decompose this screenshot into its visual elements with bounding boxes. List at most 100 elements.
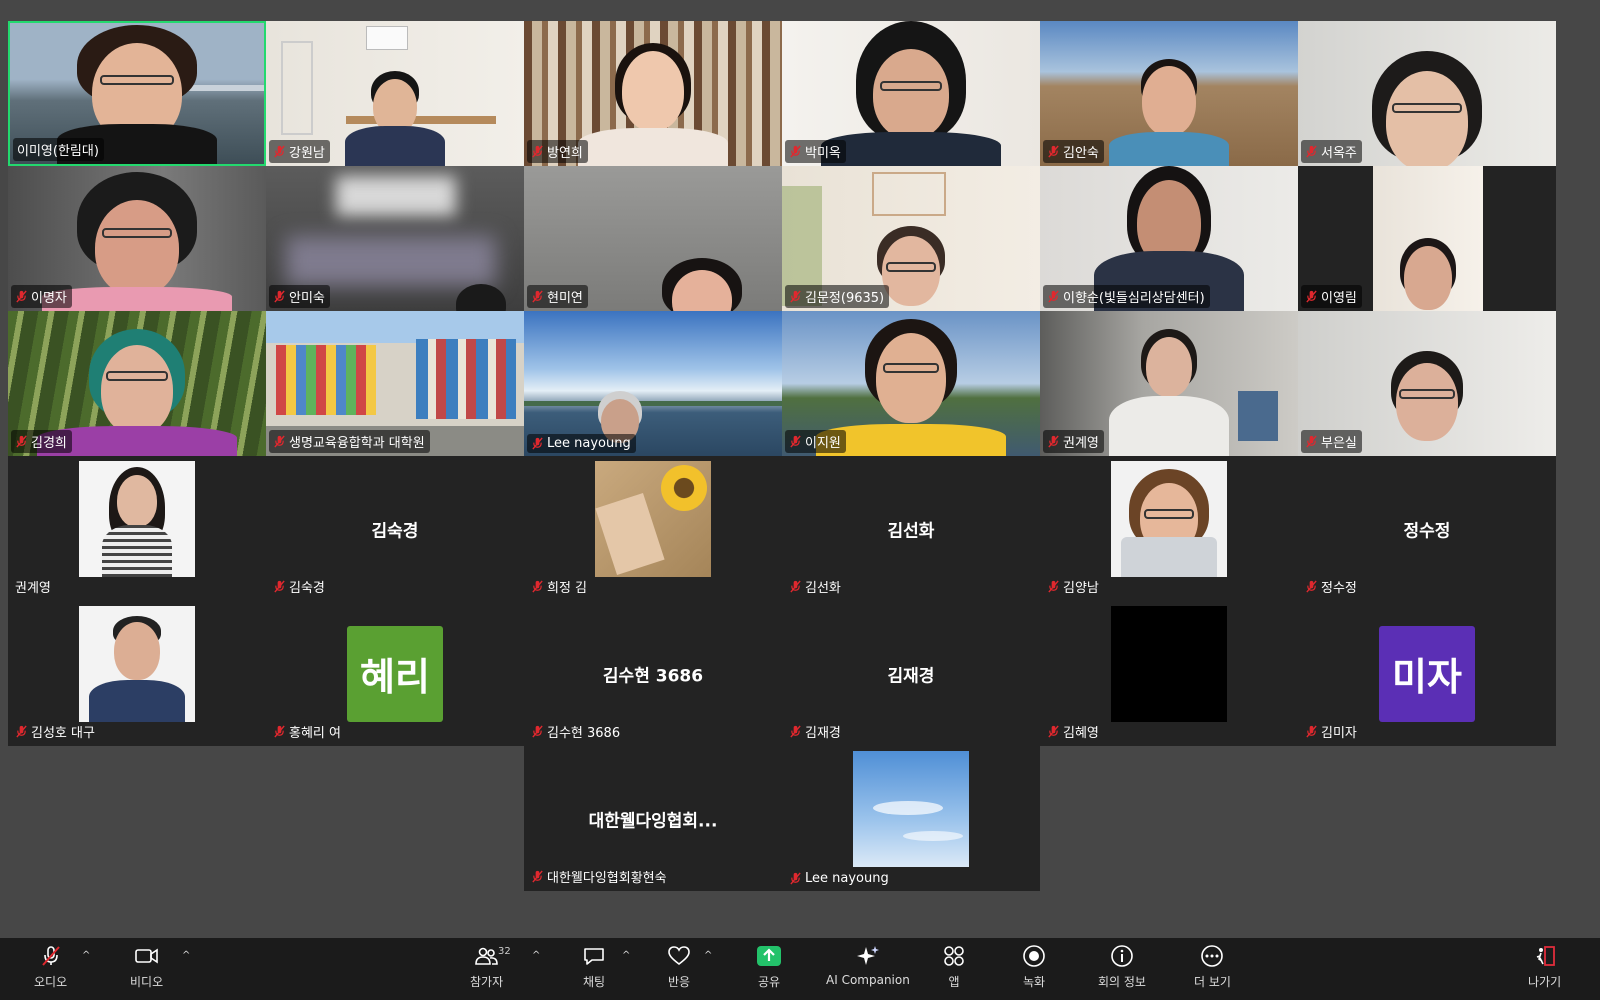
meeting-info-button[interactable]: 회의 정보 bbox=[1098, 942, 1146, 990]
participant-display-name: 김재경 bbox=[887, 666, 935, 686]
participant-tile[interactable]: 김수현 3686 김수현 3686 bbox=[524, 601, 782, 746]
participant-display-name: 김선화 bbox=[887, 521, 935, 541]
participant-name: 이지원 bbox=[785, 430, 846, 453]
muted-mic-icon bbox=[1048, 145, 1059, 158]
leave-button[interactable]: 나가기 bbox=[1528, 942, 1561, 990]
participant-display-name: 김숙경 bbox=[371, 521, 419, 541]
participant-tile[interactable]: 김재경 김재경 bbox=[782, 601, 1040, 746]
participant-tile[interactable]: 혜리 홍혜리 여 bbox=[266, 601, 524, 746]
chat-bubble-icon bbox=[580, 942, 608, 970]
reactions-options-caret[interactable]: ^ bbox=[704, 950, 712, 961]
video-tile[interactable]: 서옥주 bbox=[1298, 21, 1556, 166]
video-tile[interactable]: Lee nayoung bbox=[524, 311, 782, 456]
video-tile[interactable]: 박미옥 bbox=[782, 21, 1040, 166]
video-tile[interactable]: 현미연 bbox=[524, 166, 782, 311]
video-tile[interactable]: 이지원 bbox=[782, 311, 1040, 456]
initials-avatar: 미자 bbox=[1379, 625, 1475, 722]
participants-options-caret[interactable]: ^ bbox=[532, 950, 540, 961]
apps-icon bbox=[940, 942, 968, 970]
participant-tile[interactable]: 김양남 bbox=[1040, 456, 1298, 601]
muted-mic-icon bbox=[1306, 290, 1317, 303]
muted-mic-icon bbox=[37, 942, 65, 970]
record-button[interactable]: 녹화 bbox=[1020, 942, 1048, 990]
video-tile[interactable]: 생명교육융합학과 대학원 bbox=[266, 311, 524, 456]
participant-name: 김선화 bbox=[785, 575, 846, 598]
profile-photo bbox=[79, 606, 195, 722]
participant-tile[interactable]: 김성호 대구 bbox=[8, 601, 266, 746]
record-icon bbox=[1020, 942, 1048, 970]
video-button[interactable]: 비디오 bbox=[130, 942, 163, 990]
heart-icon bbox=[665, 942, 693, 970]
muted-mic-icon bbox=[790, 290, 801, 303]
share-screen-button[interactable]: 공유 bbox=[755, 942, 783, 990]
participant-name: 이영림 bbox=[1301, 285, 1362, 308]
video-tile[interactable]: 방연희 bbox=[524, 21, 782, 166]
participant-tile[interactable]: Lee nayoung bbox=[782, 746, 1040, 891]
chat-button[interactable]: 채팅 bbox=[580, 942, 608, 990]
muted-mic-icon bbox=[532, 870, 543, 883]
muted-mic-icon bbox=[1048, 580, 1059, 593]
participant-tile[interactable]: 김숙경 김숙경 bbox=[266, 456, 524, 601]
video-tile[interactable]: 안미숙 bbox=[266, 166, 524, 311]
video-tile[interactable]: 이미영(한림대) bbox=[8, 21, 266, 166]
muted-mic-icon bbox=[790, 872, 801, 885]
participant-tile[interactable]: 김선화 김선화 bbox=[782, 456, 1040, 601]
profile-photo bbox=[595, 461, 711, 577]
participant-name: 대한웰다잉협회황현숙 bbox=[527, 865, 672, 888]
participant-display-name: 김수현 3686 bbox=[602, 666, 704, 686]
apps-button[interactable]: 앱 bbox=[940, 942, 968, 990]
video-tile[interactable]: 김경희 bbox=[8, 311, 266, 456]
participant-name: 정수정 bbox=[1301, 575, 1362, 598]
participant-tile[interactable]: 정수정 정수정 bbox=[1298, 456, 1556, 601]
participant-tile[interactable]: 대한웰다잉협회... 대한웰다잉협회황현숙 bbox=[524, 746, 782, 891]
participant-name: 방연희 bbox=[527, 140, 588, 163]
chat-options-caret[interactable]: ^ bbox=[622, 950, 630, 961]
participant-name: 김숙경 bbox=[269, 575, 330, 598]
participant-tile[interactable]: 권계영 bbox=[8, 456, 266, 601]
video-camera-icon bbox=[133, 942, 161, 970]
video-tile[interactable]: 권계영 bbox=[1040, 311, 1298, 456]
participant-name: 김문정(9635) bbox=[785, 285, 890, 308]
muted-mic-icon bbox=[1306, 145, 1317, 158]
video-tile[interactable]: 이영림 bbox=[1298, 166, 1556, 311]
participant-tile[interactable]: 희정 김 bbox=[524, 456, 782, 601]
share-arrow-icon bbox=[755, 942, 783, 970]
video-options-caret[interactable]: ^ bbox=[182, 950, 190, 961]
audio-button[interactable]: 오디오 bbox=[34, 942, 67, 990]
muted-mic-icon bbox=[1048, 725, 1059, 738]
participant-display-name: 대한웰다잉협회... bbox=[588, 811, 718, 831]
video-tile[interactable]: 강원남 bbox=[266, 21, 524, 166]
participant-name: 이명자 bbox=[11, 285, 72, 308]
muted-mic-icon bbox=[532, 725, 543, 738]
video-tile[interactable]: 부은실 bbox=[1298, 311, 1556, 456]
muted-mic-icon bbox=[1048, 435, 1059, 448]
video-tile[interactable]: 이명자 bbox=[8, 166, 266, 311]
initials-avatar: 혜리 bbox=[347, 625, 443, 722]
participant-name: 안미숙 bbox=[269, 285, 330, 308]
muted-mic-icon bbox=[274, 725, 285, 738]
video-tile[interactable]: 김안숙 bbox=[1040, 21, 1298, 166]
muted-mic-icon bbox=[274, 435, 285, 448]
muted-mic-icon bbox=[1306, 725, 1317, 738]
video-tile[interactable]: 김문정(9635) bbox=[782, 166, 1040, 311]
participant-name: 김혜영 bbox=[1043, 720, 1104, 743]
audio-options-caret[interactable]: ^ bbox=[82, 950, 90, 961]
participant-name: 김경희 bbox=[11, 430, 72, 453]
participant-name: 박미옥 bbox=[785, 140, 846, 163]
participants-icon bbox=[473, 942, 501, 970]
participant-tile[interactable]: 김혜영 bbox=[1040, 601, 1298, 746]
reactions-button[interactable]: 반응 bbox=[665, 942, 693, 990]
participant-name: 희정 김 bbox=[527, 575, 592, 598]
muted-mic-icon bbox=[1306, 580, 1317, 593]
video-tile[interactable]: 이향순(빛들심리상담센터) bbox=[1040, 166, 1298, 311]
video-gallery: 이미영(한림대) 강원남 방연희 박미옥 김안숙 서옥주 이명자 안미숙 현미연… bbox=[8, 21, 1590, 891]
muted-mic-icon bbox=[16, 290, 27, 303]
more-dots-icon bbox=[1198, 942, 1226, 970]
more-button[interactable]: 더 보기 bbox=[1194, 942, 1231, 990]
participant-tile[interactable]: 미자 김미자 bbox=[1298, 601, 1556, 746]
ai-companion-button[interactable]: AI Companion bbox=[826, 942, 910, 987]
participant-name: 권계영 bbox=[1043, 430, 1104, 453]
participant-name: 부은실 bbox=[1301, 430, 1362, 453]
participants-count: 32 bbox=[498, 946, 511, 957]
participant-name: 이미영(한림대) bbox=[13, 138, 104, 161]
